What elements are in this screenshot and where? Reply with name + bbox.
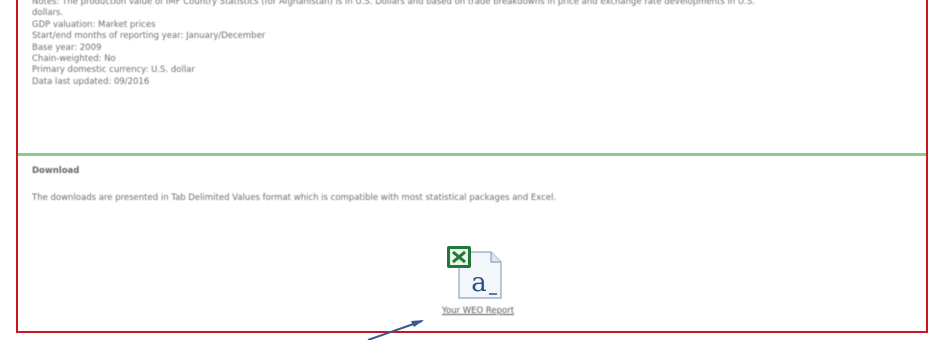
- last-updated-line: Data last updated: 09/2016: [32, 76, 150, 87]
- base-year-line: Base year: 2009: [32, 42, 102, 53]
- report-notes: Notes: The production value of IMF Count…: [32, 0, 912, 88]
- section-divider: [18, 153, 926, 156]
- weo-report-link[interactable]: Your WEO Report: [380, 306, 576, 316]
- notes-line: dollars.: [32, 8, 64, 19]
- excel-text-file-icon[interactable]: a: [445, 244, 505, 302]
- chain-weighted-line: Chain-weighted: No: [32, 54, 116, 65]
- download-description: The downloads are presented in Tab Delim…: [32, 193, 557, 203]
- download-heading: Download: [32, 166, 80, 176]
- svg-text:a: a: [471, 268, 487, 298]
- reporting-year-line: Start/end months of reporting year: Janu…: [32, 31, 266, 42]
- currency-line: Primary domestic currency: U.S. dollar: [32, 65, 195, 76]
- gdp-valuation-line: GDP valuation: Market prices: [32, 19, 156, 30]
- notes-line: Notes: The production value of IMF Count…: [32, 0, 755, 7]
